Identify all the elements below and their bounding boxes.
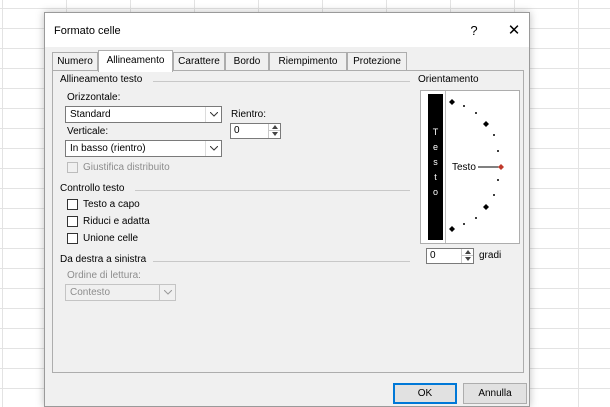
alignment-tab-panel: Allineamento testo Orizzontale: Standard… bbox=[52, 70, 524, 373]
vertical-text-button[interactable]: T e s t o bbox=[428, 94, 443, 240]
help-button[interactable]: ? bbox=[461, 20, 487, 42]
text-control-separator bbox=[135, 190, 410, 191]
close-button[interactable]: ✕ bbox=[501, 20, 527, 42]
horizontal-select[interactable]: Standard bbox=[65, 106, 222, 123]
degrees-spinner[interactable]: 0 bbox=[426, 248, 474, 264]
degrees-label: gradi bbox=[479, 250, 502, 261]
vertical-text-letter: t bbox=[434, 172, 437, 182]
justify-distributed-label: Giustifica distribuito bbox=[83, 162, 170, 173]
shrink-to-fit-checkbox[interactable] bbox=[67, 216, 78, 227]
orientation-section-label: Orientamento bbox=[418, 74, 479, 85]
tab-allineamento[interactable]: Allineamento bbox=[98, 50, 173, 72]
tab-riempimento[interactable]: Riempimento bbox=[269, 52, 347, 71]
dialog-title: Formato celle bbox=[54, 25, 121, 37]
vertical-label: Verticale: bbox=[67, 126, 109, 137]
spin-up-icon[interactable] bbox=[461, 249, 473, 256]
horizontal-label: Orizzontale: bbox=[67, 92, 121, 103]
merge-cells-checkbox[interactable] bbox=[67, 233, 78, 244]
dialog-titlebar: Formato celle ? ✕ bbox=[45, 13, 529, 47]
tab-protezione[interactable]: Protezione bbox=[347, 52, 407, 71]
rtl-section-label: Da destra a sinistra bbox=[60, 254, 147, 265]
cancel-button[interactable]: Annulla bbox=[463, 383, 527, 404]
indent-spinner[interactable]: 0 bbox=[230, 123, 281, 139]
chevron-down-icon bbox=[205, 141, 221, 156]
spin-down-icon[interactable] bbox=[268, 131, 280, 138]
vertical-text-letter: T bbox=[432, 127, 439, 137]
format-cells-dialog: Formato celle ? ✕ Numero Allineamento Ca… bbox=[44, 12, 530, 407]
wrap-text-checkbox[interactable] bbox=[67, 199, 78, 210]
reading-order-value: Contesto bbox=[70, 287, 111, 298]
ok-button[interactable]: OK bbox=[393, 383, 457, 404]
vertical-text-letter: e bbox=[432, 142, 438, 152]
degrees-value: 0 bbox=[430, 250, 436, 261]
spin-up-icon[interactable] bbox=[268, 124, 280, 131]
justify-distributed-checkbox[interactable] bbox=[67, 162, 78, 173]
shrink-to-fit-label: Riduci e adatta bbox=[83, 216, 150, 227]
tab-carattere[interactable]: Carattere bbox=[173, 52, 225, 71]
horizontal-select-value: Standard bbox=[70, 109, 111, 120]
reading-order-select[interactable]: Contesto bbox=[65, 284, 176, 301]
alignment-section-label: Allineamento testo bbox=[60, 74, 143, 85]
text-control-section-label: Controllo testo bbox=[60, 183, 125, 194]
spin-down-icon[interactable] bbox=[461, 256, 473, 263]
tab-numero[interactable]: Numero bbox=[52, 52, 98, 71]
vertical-select[interactable]: In basso (rientro) bbox=[65, 140, 222, 157]
reading-order-label: Ordine di lettura: bbox=[67, 270, 141, 281]
merge-cells-label: Unione celle bbox=[83, 233, 139, 244]
dial-label: Testo bbox=[452, 162, 476, 173]
tab-bordo[interactable]: Bordo bbox=[225, 52, 269, 71]
indent-label: Rientro: bbox=[231, 109, 267, 120]
vertical-text-letter: s bbox=[433, 157, 438, 167]
vertical-text-letter: o bbox=[432, 187, 438, 197]
vertical-select-value: In basso (rientro) bbox=[70, 143, 146, 154]
orientation-box: T e s t o Testo bbox=[420, 90, 520, 244]
rtl-separator bbox=[153, 261, 410, 262]
chevron-down-icon bbox=[205, 107, 221, 122]
indent-value: 0 bbox=[234, 125, 240, 136]
wrap-text-label: Testo a capo bbox=[83, 199, 140, 210]
alignment-separator bbox=[153, 81, 410, 82]
chevron-down-icon bbox=[159, 285, 175, 300]
